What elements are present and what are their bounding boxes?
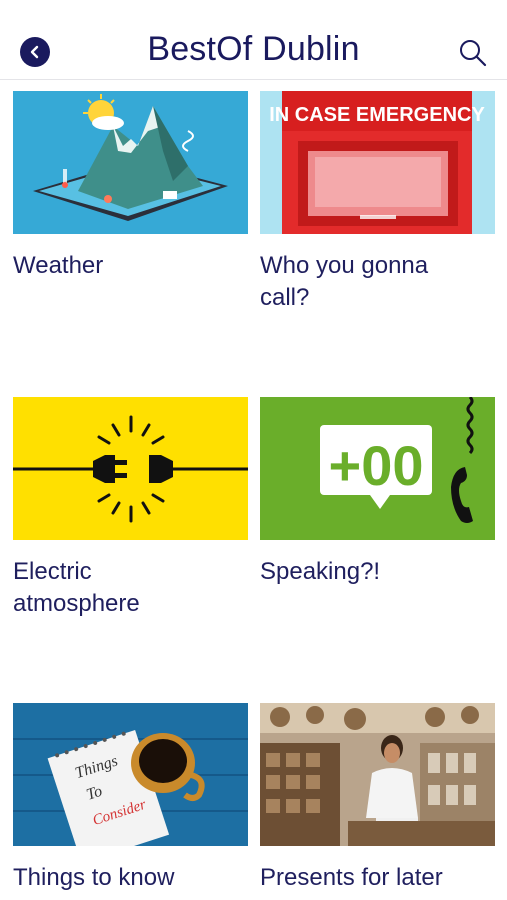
tile-who-you-gonna-call[interactable]: IN CASE EMERGENCY Who you gonna call? <box>260 91 495 314</box>
tile-label: Speaking?! <box>260 558 381 585</box>
top-bar: BestOf Dublin <box>0 0 507 80</box>
tile-label: Presents for later <box>260 864 443 891</box>
market-shopping-photo-icon <box>260 703 495 846</box>
tile-label: Things to know <box>13 864 175 891</box>
tile-label: Electric atmosphere <box>13 558 140 617</box>
tile-electric-atmosphere[interactable]: Electric atmosphere <box>13 397 248 620</box>
weather-illustration-icon <box>13 91 248 234</box>
search-icon <box>460 40 487 67</box>
notebook-coffee-photo-icon: Things To Consider <box>13 703 248 846</box>
tile-speaking[interactable]: +00 Speaking?! <box>260 397 495 588</box>
phone-country-code-illustration-icon: +00 <box>260 397 495 540</box>
tile-presents-for-later[interactable]: Presents for later <box>260 703 495 894</box>
tile-things-to-know[interactable]: Things To Consider Things to know <box>13 703 248 894</box>
tile-weather[interactable]: Weather <box>13 91 248 282</box>
electric-plug-illustration-icon <box>13 397 248 540</box>
page-title: BestOf Dublin <box>147 30 360 68</box>
search-button[interactable] <box>458 38 488 68</box>
emergency-box-illustration-icon: IN CASE EMERGENCY <box>260 91 495 234</box>
tile-label: Weather <box>13 252 104 279</box>
country-code-text: +00 <box>329 434 424 497</box>
tile-label: Who you gonna call? <box>260 252 429 311</box>
emergency-sign-text: IN CASE EMERGENCY <box>269 104 485 126</box>
